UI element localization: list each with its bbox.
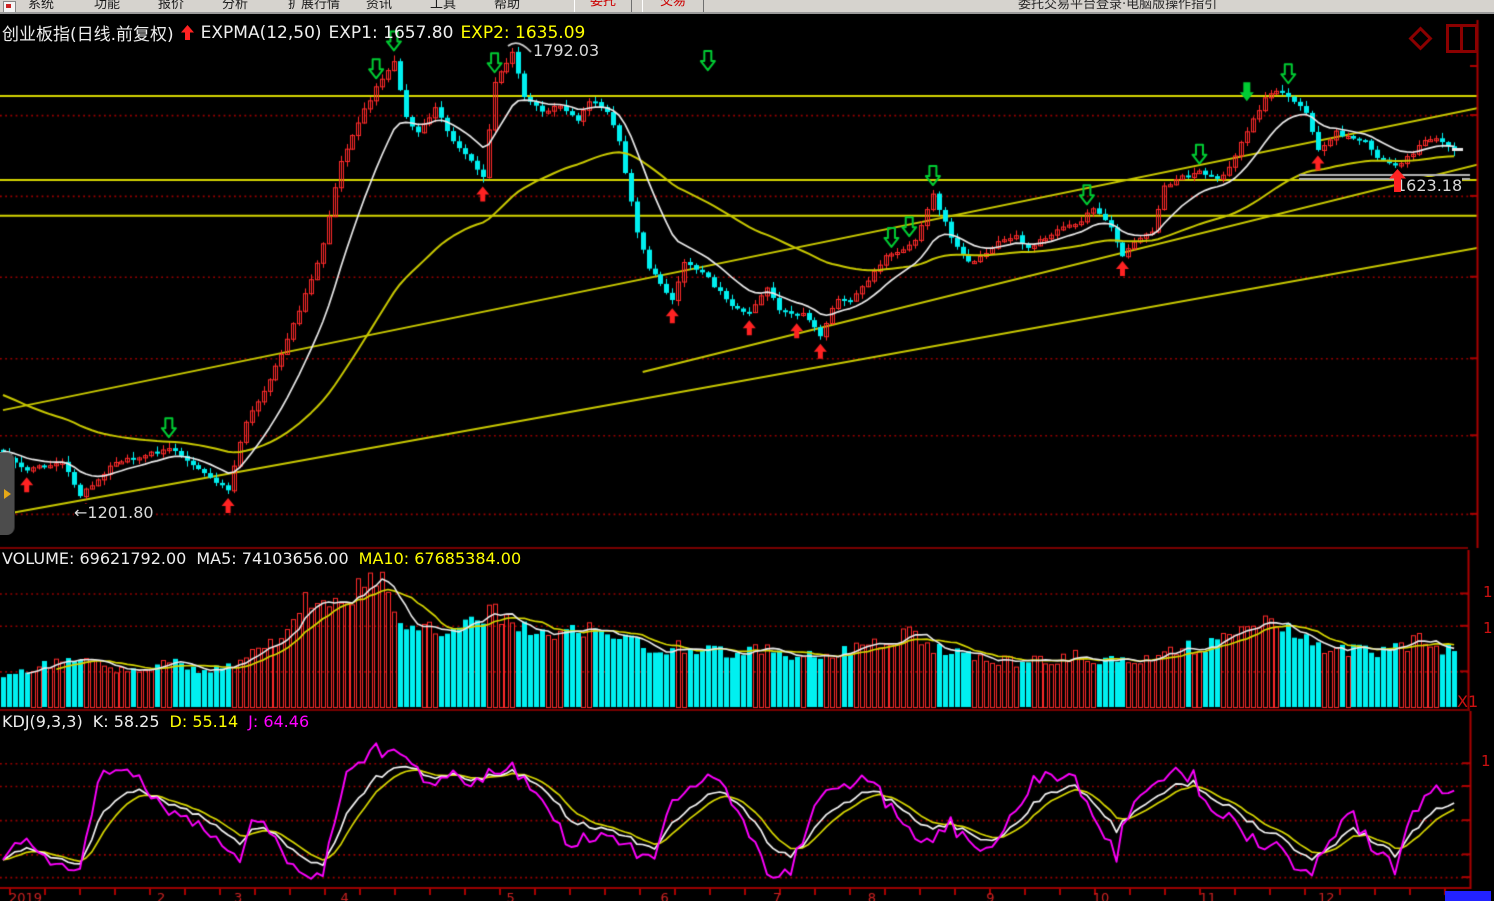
kdj-k-value: K: 58.25: [93, 712, 160, 731]
low-price-annotation: ←1201.80: [74, 504, 154, 522]
kdj-pane-header: KDJ(9,3,3) K: 58.25 D: 55.14 J: 64.46: [2, 712, 309, 731]
kdj-axis-label-clipped: 1: [1481, 752, 1491, 770]
menu-item-system[interactable]: 系统: [28, 0, 54, 12]
split-window-icon[interactable]: [1446, 24, 1478, 53]
kdj-d-value: D: 55.14: [170, 712, 239, 731]
menu-item-help[interactable]: 帮助: [494, 0, 520, 12]
exp2-value: EXP2: 1635.09: [460, 23, 585, 43]
buy-signal-arrow: [1389, 169, 1406, 192]
indicator-label[interactable]: EXPMA(12,50): [201, 23, 322, 43]
scrollbar-corner: [1445, 891, 1491, 901]
menu-item-function[interactable]: 功能: [94, 0, 120, 12]
exp1-value: EXP1: 1657.80: [329, 23, 454, 43]
volume-axis-label-clipped: 1: [1483, 619, 1493, 637]
menu-bar-border: [0, 12, 1494, 14]
symbol-title[interactable]: 创业板指(日线.前复权): [2, 20, 174, 45]
menu-bar: 系统 功能 报价 分析 扩展行情 资讯 工具 帮助 委托 交易 委托交易平台登录…: [0, 0, 1494, 12]
high-price-annotation: 1792.03: [533, 42, 599, 60]
menu-item-tools[interactable]: 工具: [430, 0, 456, 12]
volume-axis-label-clipped: 1: [1483, 583, 1493, 601]
trading-terminal: 系统 功能 报价 分析 扩展行情 资讯 工具 帮助 委托 交易 委托交易平台登录…: [0, 0, 1494, 901]
main-pane-header: 创业板指(日线.前复权) EXPMA(12,50) EXP1: 1657.80 …: [2, 20, 585, 45]
chart-canvas[interactable]: [0, 0, 1494, 901]
menu-item-info[interactable]: 资讯: [366, 0, 392, 12]
kdj-j-value: J: 64.46: [248, 712, 309, 731]
menu-item-extended[interactable]: 扩展行情: [288, 0, 340, 12]
up-arrow-icon: [181, 25, 194, 40]
menu-item-quotes[interactable]: 报价: [158, 0, 184, 12]
volume-multiplier-label: X1: [1457, 692, 1478, 711]
kdj-indicator-label[interactable]: KDJ(9,3,3): [2, 712, 83, 731]
sidebar-expand-tab[interactable]: [0, 452, 15, 535]
menu-item-analysis[interactable]: 分析: [222, 0, 248, 12]
menu-right-text: 委托交易平台登录·电脑版操作指引: [1018, 0, 1217, 12]
broker-button-1[interactable]: 委托: [574, 0, 632, 12]
volume-ma10-value: MA10: 67685384.00: [359, 549, 521, 568]
broker-button-2[interactable]: 交易: [642, 0, 704, 12]
volume-value[interactable]: VOLUME: 69621792.00: [2, 549, 186, 568]
expand-arrow-icon: [4, 489, 11, 499]
volume-pane-header: VOLUME: 69621792.00 MA5: 74103656.00 MA1…: [2, 549, 521, 568]
volume-ma5-value: MA5: 74103656.00: [196, 549, 348, 568]
app-icon[interactable]: [3, 1, 16, 12]
